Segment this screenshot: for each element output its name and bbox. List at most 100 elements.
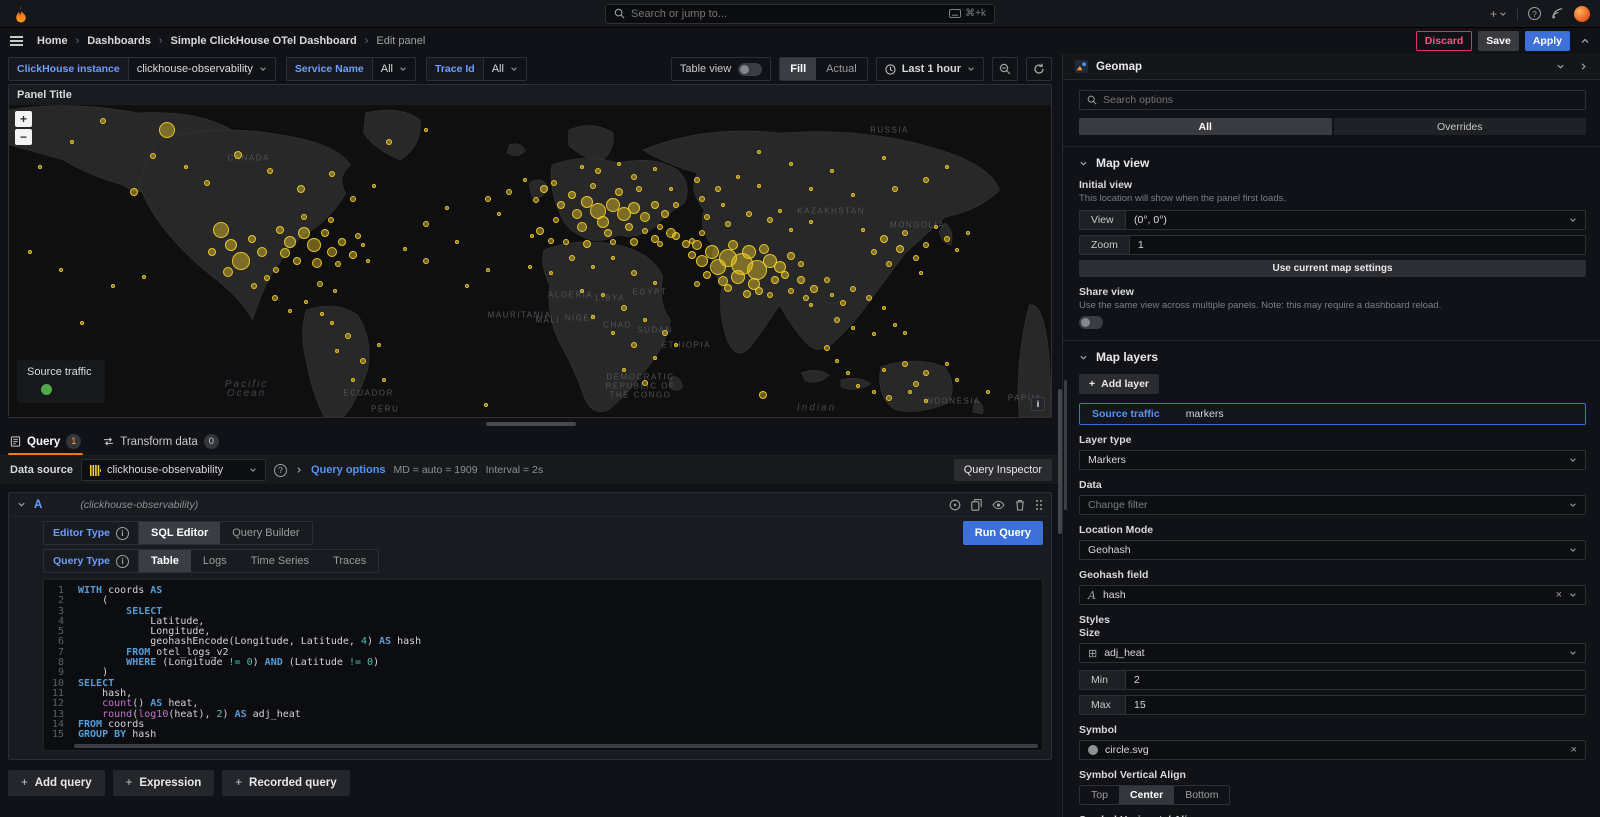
editor-scrollbar[interactable] (74, 744, 1038, 748)
variable-value-dropdown[interactable]: clickhouse-observability (128, 57, 276, 81)
layer-type-select[interactable]: Markers (1079, 450, 1586, 470)
query-options-toggle[interactable]: Query options (311, 464, 386, 476)
tab-overrides[interactable]: Overrides (1334, 118, 1587, 135)
hide-query-icon[interactable] (992, 500, 1005, 510)
sql-line[interactable]: 2 ( (44, 596, 1042, 606)
section-map-view[interactable]: Map view (1079, 156, 1586, 170)
sql-line[interactable]: 14FROM coords (44, 720, 1042, 730)
map-zoom-out-button[interactable]: − (15, 129, 32, 145)
size-field-select[interactable]: ⊞ adj_heat (1079, 643, 1586, 663)
clear-field-icon[interactable]: × (1556, 589, 1562, 601)
info-icon[interactable]: i (116, 527, 129, 540)
symbol-select[interactable]: circle.svg × (1079, 740, 1586, 760)
sql-editor-option[interactable]: SQL Editor (139, 522, 220, 544)
sql-line[interactable]: 9 ) (44, 668, 1042, 678)
drag-handle-icon[interactable] (1035, 499, 1043, 511)
panel-title[interactable]: Panel Title (9, 85, 1051, 105)
sql-line[interactable]: 15GROUP BY hash (44, 730, 1042, 740)
chevron-right-icon[interactable] (295, 466, 303, 474)
sql-line[interactable]: 13 round(log10(heat), 2) AS adj_heat (44, 710, 1042, 720)
tab-query[interactable]: Query 1 (8, 430, 83, 455)
align-bottom-option[interactable]: Bottom (1174, 786, 1229, 804)
info-icon[interactable]: i (116, 555, 129, 568)
options-search-input[interactable] (1103, 94, 1578, 106)
clear-symbol-icon[interactable]: × (1571, 744, 1577, 756)
grafana-logo-icon[interactable] (12, 5, 30, 23)
tab-transform-data[interactable]: Transform data 0 (101, 430, 221, 455)
view-field-select[interactable]: (0°, 0°) (1125, 210, 1586, 230)
zoom-field-input[interactable]: 1 (1129, 235, 1586, 255)
run-query-button[interactable]: Run Query (963, 521, 1043, 545)
apply-button[interactable]: Apply (1525, 31, 1570, 51)
panel-resize-handle[interactable] (486, 422, 576, 426)
time-series-option[interactable]: Time Series (239, 550, 321, 572)
sql-line[interactable]: 1WITH coords AS (44, 586, 1042, 596)
sql-line[interactable]: 10SELECT (44, 679, 1042, 689)
share-view-toggle[interactable] (1079, 316, 1103, 329)
actual-option[interactable]: Actual (816, 58, 867, 80)
sql-line[interactable]: 8 WHERE (Longitude != 0) AND (Latitude !… (44, 658, 1042, 668)
breadcrumb-dashboards[interactable]: Dashboards (87, 35, 151, 47)
table-option[interactable]: Table (139, 550, 191, 572)
search-input[interactable] (631, 8, 943, 20)
min-field-input[interactable]: 2 (1125, 670, 1586, 690)
save-button[interactable]: Save (1478, 31, 1519, 51)
query-inspector-button[interactable]: Query Inspector (954, 459, 1052, 481)
menu-toggle-icon[interactable] (10, 36, 23, 46)
options-pane-scrollbar[interactable] (1064, 380, 1067, 510)
map-zoom-in-button[interactable]: + (15, 111, 32, 127)
query-builder-option[interactable]: Query Builder (220, 522, 311, 544)
fill-option[interactable]: Fill (780, 58, 816, 80)
geomap-canvas[interactable]: CANADARUSSIAKAZAKHSTANMONGOLIAALGERIALIB… (9, 105, 1051, 417)
user-avatar[interactable] (1574, 6, 1590, 22)
add-layer-button[interactable]: +Add layer (1079, 374, 1159, 394)
duplicate-query-icon[interactable] (971, 499, 982, 511)
chevron-down-icon[interactable] (1556, 62, 1565, 71)
sql-editor[interactable]: 1WITH coords AS2 (3 SELECT4 Latitude,5 L… (43, 579, 1043, 751)
datasource-help-icon[interactable]: ? (274, 464, 287, 477)
variable-value-dropdown[interactable]: All (372, 57, 416, 81)
traces-option[interactable]: Traces (321, 550, 378, 572)
collapse-query-icon[interactable] (17, 500, 26, 509)
max-field-input[interactable]: 15 (1125, 695, 1586, 715)
add-query-button[interactable]: +Add query (8, 770, 105, 796)
variable-trace-id: Trace Id All (426, 57, 527, 81)
discard-button[interactable]: Discard (1416, 31, 1473, 51)
map-marker (523, 178, 527, 182)
news-icon[interactable] (1551, 7, 1564, 20)
time-range-picker[interactable]: Last 1 hour (876, 57, 984, 81)
global-search[interactable]: ⌘+k (605, 4, 995, 24)
zoom-out-time-icon[interactable] (992, 57, 1018, 81)
location-mode-select[interactable]: Geohash (1079, 540, 1586, 560)
datasource-picker[interactable]: clickhouse-observability (81, 459, 266, 481)
data-select[interactable]: Change filter (1079, 495, 1586, 515)
map-marker (536, 227, 544, 235)
section-map-layers[interactable]: Map layers (1079, 350, 1586, 364)
panel-type-name[interactable]: Geomap (1096, 61, 1142, 73)
map-marker (70, 140, 74, 144)
align-top-option[interactable]: Top (1080, 786, 1119, 804)
refresh-icon[interactable] (1026, 57, 1052, 81)
table-view-toggle[interactable] (738, 63, 762, 76)
geohash-field-select[interactable]: A hash × (1079, 585, 1586, 605)
layer-item-source-traffic[interactable]: Source traffic markers (1079, 403, 1586, 425)
delete-query-icon[interactable] (1015, 499, 1025, 511)
options-search[interactable] (1079, 90, 1586, 110)
breadcrumb-dashboard-name[interactable]: Simple ClickHouse OTel Dashboard (170, 35, 356, 47)
add-new-button[interactable]: + (1490, 7, 1507, 21)
help-icon[interactable]: ? (1528, 7, 1541, 20)
tab-all[interactable]: All (1079, 118, 1332, 135)
close-pane-icon[interactable] (1579, 62, 1588, 71)
variable-value-dropdown[interactable]: All (483, 57, 527, 81)
query-header-row[interactable]: A (clickhouse-observability) (9, 493, 1051, 517)
query-help-icon[interactable] (949, 499, 961, 511)
collapse-options-icon[interactable] (1580, 36, 1590, 46)
map-marker (669, 187, 673, 191)
recorded-query-button[interactable]: +Recorded query (222, 770, 349, 796)
map-attribution-info-icon[interactable]: i (1031, 397, 1045, 411)
align-center-option[interactable]: Center (1119, 786, 1174, 804)
breadcrumb-home[interactable]: Home (37, 35, 68, 47)
expression-button[interactable]: +Expression (113, 770, 215, 796)
use-current-map-settings-button[interactable]: Use current map settings (1079, 260, 1586, 277)
logs-option[interactable]: Logs (191, 550, 239, 572)
